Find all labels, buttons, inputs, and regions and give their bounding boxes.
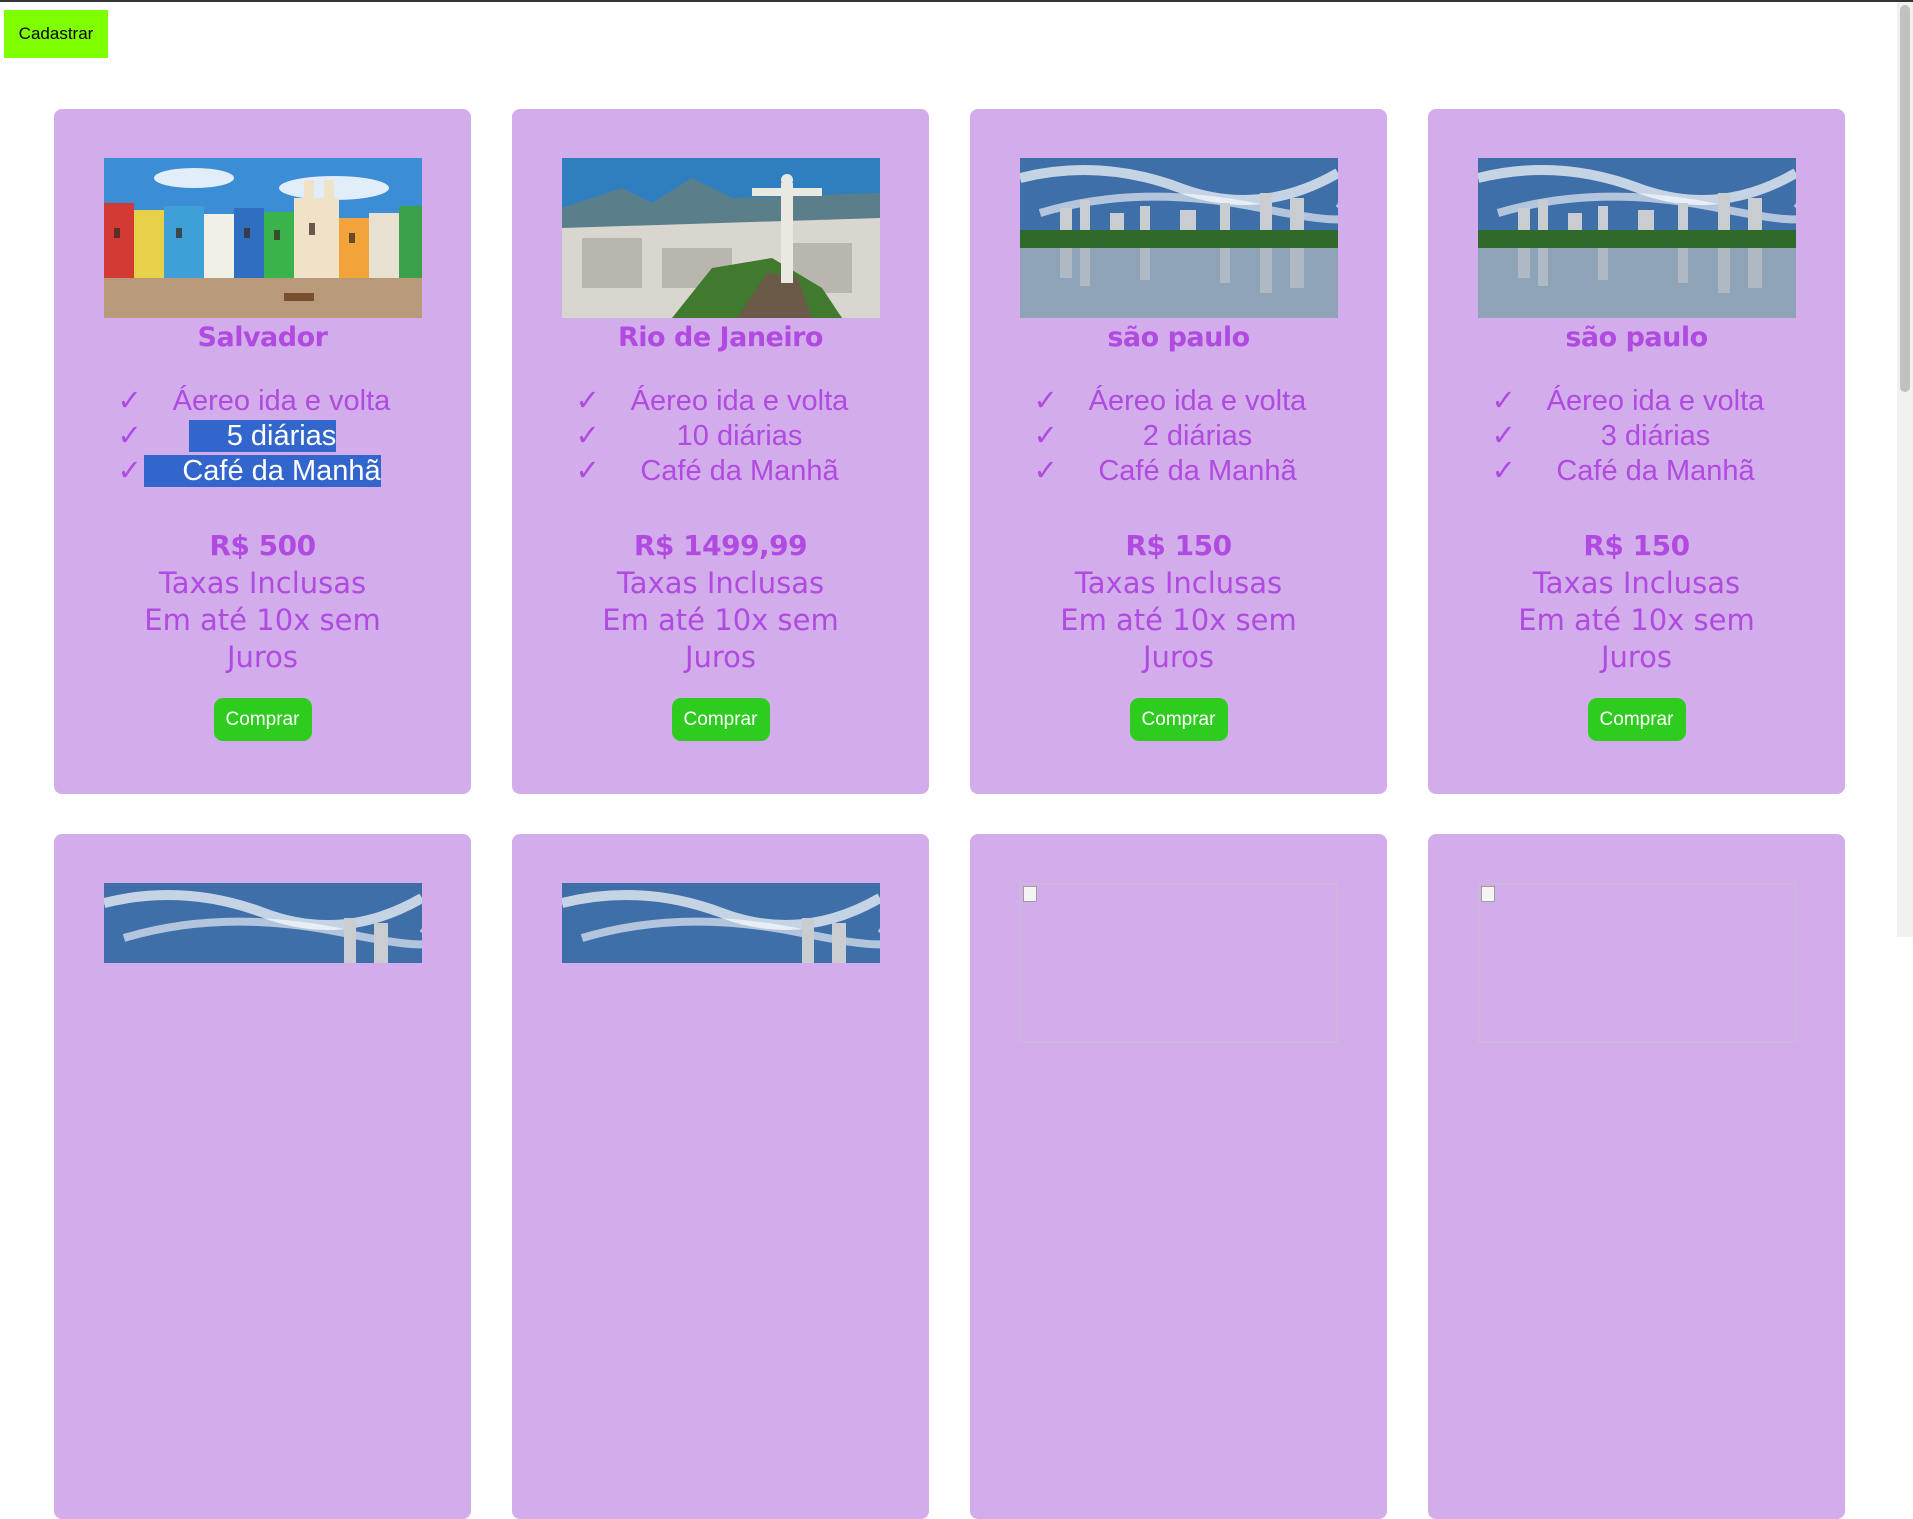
broken-image-icon (1019, 883, 1338, 1043)
check-icon: ✓ (1033, 455, 1058, 487)
feature-text: 2 diárias (1142, 420, 1253, 452)
package-grid: Salvador ✓ Áereo ida e volta ✓ 5 diárias… (54, 109, 1845, 1519)
city-name: Salvador (197, 322, 328, 353)
cadastrar-button[interactable]: Cadastrar (4, 10, 108, 58)
installments-note: Em até 10x sem Juros (1518, 603, 1755, 674)
feature-item: ✓ Áereo ida e volta (104, 384, 422, 419)
feature-text: 3 diárias (1600, 420, 1711, 452)
feature-item: ✓ 5 diárias (104, 419, 422, 454)
tax-note: Taxas Inclusas (616, 566, 825, 600)
feature-item: ✓ Áereo ida e volta (562, 384, 880, 419)
price: R$ 1499,99 (633, 529, 808, 562)
check-icon: ✓ (1491, 385, 1516, 417)
buy-button[interactable]: Comprar (1587, 698, 1686, 741)
feature-text: Café da Manhã (1098, 455, 1297, 487)
feature-text: 5 diárias (188, 420, 337, 452)
package-card (54, 834, 471, 1519)
package-card (512, 834, 929, 1519)
package-card-sao-paulo: são paulo ✓ Áereo ida e volta ✓ 3 diária… (1428, 109, 1845, 794)
feature-item: ✓ Áereo ida e volta (1478, 384, 1796, 419)
scrollbar-thumb[interactable] (1900, 5, 1910, 392)
check-icon: ✓ (117, 385, 142, 417)
city-name: são paulo (1107, 322, 1250, 353)
sao-paulo-photo (561, 883, 880, 1043)
feature-item: ✓ Áereo ida e volta (1020, 384, 1338, 419)
price: R$ 150 (1125, 529, 1232, 562)
sao-paulo-photo (1477, 158, 1796, 318)
feature-item: ✓ Café da Manhã (562, 454, 880, 489)
package-card-sao-paulo: são paulo ✓ Áereo ida e volta ✓ 2 diária… (970, 109, 1387, 794)
tax-note: Taxas Inclusas (1074, 566, 1283, 600)
feature-list: ✓ Áereo ida e volta ✓ 3 diárias ✓ Café d… (1478, 384, 1796, 489)
check-icon: ✓ (575, 455, 600, 487)
feature-text: Café da Manhã (144, 455, 381, 487)
salvador-photo (103, 158, 422, 318)
installments-note: Em até 10x sem Juros (602, 603, 839, 674)
feature-text: Café da Manhã (1556, 455, 1755, 487)
sao-paulo-photo (103, 883, 422, 1043)
check-icon: ✓ (117, 420, 142, 452)
page-scrollbar[interactable] (1897, 2, 1913, 937)
check-icon: ✓ (1033, 420, 1058, 452)
price: R$ 150 (1583, 529, 1690, 562)
package-card (1428, 834, 1845, 1519)
feature-text: 10 diárias (676, 420, 803, 452)
package-card-salvador: Salvador ✓ Áereo ida e volta ✓ 5 diárias… (54, 109, 471, 794)
broken-image-icon (1477, 883, 1796, 1043)
feature-text: Café da Manhã (640, 455, 839, 487)
buy-button[interactable]: Comprar (213, 698, 312, 741)
price: R$ 500 (209, 529, 316, 562)
check-icon: ✓ (575, 385, 600, 417)
feature-list: ✓ Áereo ida e volta ✓ 5 diárias ✓ Café d… (104, 384, 422, 489)
check-icon: ✓ (117, 455, 142, 487)
tax-note: Taxas Inclusas (158, 566, 367, 600)
buy-button[interactable]: Comprar (671, 698, 770, 741)
buy-button[interactable]: Comprar (1129, 698, 1228, 741)
installments-note: Em até 10x sem Juros (144, 603, 381, 674)
feature-text: Áereo ida e volta (172, 385, 391, 417)
sao-paulo-photo (1019, 158, 1338, 318)
feature-item: ✓ 2 diárias (1020, 419, 1338, 454)
package-card-rio: Rio de Janeiro ✓ Áereo ida e volta ✓ 10 … (512, 109, 929, 794)
feature-item: ✓ Café da Manhã (104, 454, 422, 489)
feature-text: Áereo ida e volta (1088, 385, 1307, 417)
feature-text: Áereo ida e volta (630, 385, 849, 417)
feature-item: ✓ Café da Manhã (1478, 454, 1796, 489)
feature-list: ✓ Áereo ida e volta ✓ 10 diárias ✓ Café … (562, 384, 880, 489)
check-icon: ✓ (575, 420, 600, 452)
feature-list: ✓ Áereo ida e volta ✓ 2 diárias ✓ Café d… (1020, 384, 1338, 489)
check-icon: ✓ (1491, 420, 1516, 452)
feature-item: ✓ 10 diárias (562, 419, 880, 454)
package-card (970, 834, 1387, 1519)
feature-item: ✓ 3 diárias (1478, 419, 1796, 454)
feature-text: Áereo ida e volta (1546, 385, 1765, 417)
check-icon: ✓ (1491, 455, 1516, 487)
rio-photo (561, 158, 880, 318)
check-icon: ✓ (1033, 385, 1058, 417)
installments-note: Em até 10x sem Juros (1060, 603, 1297, 674)
city-name: são paulo (1565, 322, 1708, 353)
tax-note: Taxas Inclusas (1532, 566, 1741, 600)
city-name: Rio de Janeiro (618, 322, 823, 353)
feature-item: ✓ Café da Manhã (1020, 454, 1338, 489)
